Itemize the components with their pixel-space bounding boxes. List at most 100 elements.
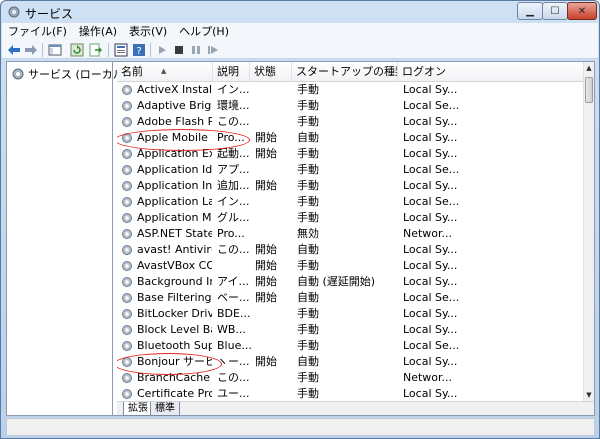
service-status	[255, 386, 293, 401]
service-startup-type: 手動	[297, 83, 319, 96]
properties-icon[interactable]	[114, 43, 128, 57]
menu-action[interactable]: 操作(A)	[73, 23, 123, 41]
scroll-up-icon[interactable]: ▲	[584, 62, 594, 74]
menu-file[interactable]: ファイル(F)	[2, 23, 73, 41]
service-startup-type: 自動	[297, 243, 319, 256]
minimize-icon: ▁	[526, 5, 534, 17]
service-status: 開始	[255, 275, 277, 288]
services-table: ActiveX Installe...イン...手動Local Sy...Ada…	[117, 82, 583, 401]
column-header-status[interactable]: 状態	[250, 62, 292, 82]
service-logon: Local Sy...	[403, 355, 458, 368]
service-description: イン...	[217, 195, 250, 208]
tab-standard[interactable]: 標準	[150, 402, 180, 416]
service-startup-type: 手動	[297, 147, 319, 160]
table-row[interactable]: Block Level Bac... WB... 手動 Local Sy...	[117, 322, 583, 338]
close-button[interactable]: ✕	[567, 2, 597, 20]
table-row[interactable]: BranchCache この... 手動 Networ...	[117, 370, 583, 386]
table-row[interactable]: BitLocker Drive ... BDE... 手動 Local Sy...	[117, 306, 583, 322]
service-status	[255, 210, 293, 226]
service-status	[255, 114, 293, 130]
service-logon: Local Sy...	[403, 115, 458, 128]
menu-view[interactable]: 表示(V)	[123, 23, 173, 41]
maximize-button[interactable]: ☐	[542, 2, 568, 20]
service-startup-type: 手動	[297, 115, 319, 128]
service-description: Pro...	[217, 131, 245, 144]
service-startup-type: 手動	[297, 323, 319, 336]
table-row[interactable]: Application Info... 追加... 開始 手動 Local Sy...	[117, 178, 583, 194]
table-row[interactable]: Adaptive Bright... 環境... 手動 Local Se...	[117, 98, 583, 114]
table-row[interactable]: Application Man... グル... 手動 Local Sy...	[117, 210, 583, 226]
minimize-button[interactable]: ▁	[517, 2, 543, 20]
table-row[interactable]: Bonjour サービスヽー... 開始 自動 Local Sy...	[117, 354, 583, 370]
table-row[interactable]: Apple Mobile De... Pro... 開始 自動 Local Sy...	[117, 130, 583, 146]
scroll-down-icon[interactable]: ▼	[584, 389, 594, 401]
service-logon: Networ...	[403, 371, 453, 384]
toolbar-separator	[108, 43, 109, 57]
forward-icon[interactable]	[24, 43, 38, 57]
back-icon[interactable]	[7, 43, 21, 57]
table-row[interactable]: Background Int... アイ... 開始 自動 (遅延開始) Local S…	[117, 274, 583, 290]
help-icon[interactable]: ?	[132, 43, 146, 57]
service-description: Pro...	[217, 227, 245, 240]
service-status: 開始	[255, 179, 277, 192]
column-header-name[interactable]: 名前 ▲	[117, 62, 213, 82]
vertical-scrollbar[interactable]: ▲ ▼	[583, 62, 594, 401]
table-row[interactable]: Bluetooth Supp... Blue... 手動 Local Se...	[117, 338, 583, 354]
column-startup-label: スタートアップの種類	[296, 65, 398, 78]
service-status	[255, 322, 293, 338]
services-gear-icon	[12, 68, 24, 80]
table-row[interactable]: Application Exp... 起動... 開始 手動 Local Sy...	[117, 146, 583, 162]
show-tree-icon[interactable]	[48, 43, 62, 57]
column-header-logon[interactable]: ログオン	[398, 62, 583, 82]
close-icon: ✕	[577, 5, 587, 17]
menu-help[interactable]: ヘルプ(H)	[173, 23, 235, 41]
table-row[interactable]: Application Lay... イン... 手動 Local Se...	[117, 194, 583, 210]
pause-icon[interactable]	[189, 43, 203, 57]
service-startup-type: 手動	[297, 259, 319, 272]
toolbar: ?	[2, 41, 598, 59]
service-name: Application Info...	[137, 179, 212, 192]
start-icon[interactable]	[155, 43, 169, 57]
table-row[interactable]: ActiveX Installe... イン... 手動 Local Sy...	[117, 82, 583, 98]
service-name: Background Int...	[137, 275, 212, 288]
service-startup-type: 手動	[297, 307, 319, 320]
table-row[interactable]: Base Filtering E... ベー... 開始 自動 Local Se...	[117, 290, 583, 306]
restart-icon[interactable]	[206, 43, 220, 57]
service-description: ヽー...	[217, 355, 250, 368]
table-row[interactable]: AvastVBox COM... 開始 手動 Local Sy...	[117, 258, 583, 274]
column-header-startup-type[interactable]: スタートアップの種類	[292, 62, 398, 82]
window-title: サービス	[25, 7, 74, 21]
service-logon: Local Se...	[403, 163, 460, 176]
service-logon: Local Sy...	[403, 131, 458, 144]
refresh-icon[interactable]	[70, 43, 84, 57]
services-window: サービス ▁ ☐ ✕ ファイル(F) 操作(A) 表示(V) ヘルプ(H) ?	[0, 0, 600, 439]
service-description: 起動...	[217, 147, 250, 160]
service-gear-icon	[122, 341, 132, 351]
stop-icon[interactable]	[172, 43, 186, 57]
service-startup-type: 手動	[297, 195, 319, 208]
service-startup-type: 手動	[297, 179, 319, 192]
tab-extended[interactable]: 拡張	[123, 402, 153, 416]
table-row[interactable]: Certificate Prop... ユー... 手動 Local Sy...	[117, 386, 583, 401]
scroll-thumb[interactable]	[585, 77, 593, 103]
table-row[interactable]: avast! Antivirus この... 開始 自動 Local Sy...	[117, 242, 583, 258]
export-icon[interactable]	[88, 43, 102, 57]
service-description: イン...	[217, 83, 250, 96]
service-startup-type: 手動	[297, 387, 319, 400]
service-status: 開始	[255, 259, 277, 272]
table-row[interactable]: Adobe Flash Pla... この... 手動 Local Sy...	[117, 114, 583, 130]
service-gear-icon	[122, 293, 132, 303]
service-description: BDE...	[217, 307, 251, 320]
service-gear-icon	[122, 197, 132, 207]
service-logon: Local Sy...	[403, 147, 458, 160]
tree-item-services-local[interactable]: サービス (ローカル)	[11, 66, 128, 82]
service-logon: Local Sy...	[403, 307, 458, 320]
table-row[interactable]: ASP.NET State ... Pro... 無効 Networ...	[117, 226, 583, 242]
title-bar[interactable]: サービス ▁ ☐ ✕	[1, 1, 599, 23]
menu-bar: ファイル(F) 操作(A) 表示(V) ヘルプ(H)	[2, 23, 598, 41]
service-logon: Local Se...	[403, 99, 460, 112]
column-header-description[interactable]: 説明	[213, 62, 250, 82]
service-status: 開始	[255, 131, 277, 144]
service-status	[255, 98, 293, 114]
table-row[interactable]: Application Iden... アプ... 手動 Local Se...	[117, 162, 583, 178]
